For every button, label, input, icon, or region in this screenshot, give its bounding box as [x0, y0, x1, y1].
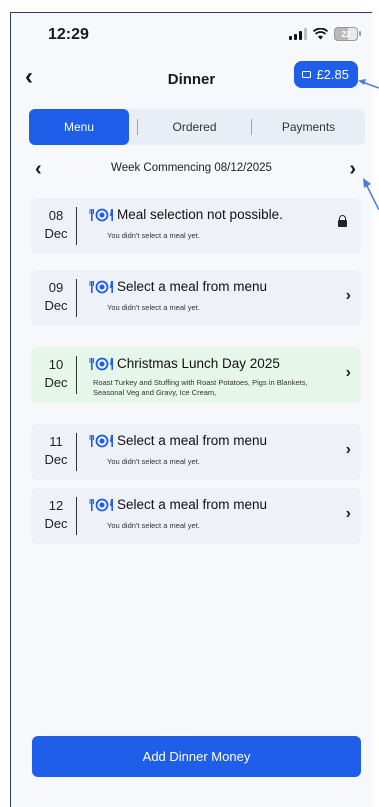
day-subtitle: You didn't select a meal yet. — [107, 231, 200, 240]
wallet-icon — [302, 71, 312, 78]
meal-icon — [89, 357, 113, 371]
meal-icon — [89, 280, 113, 294]
day-date: 12 Dec — [41, 497, 71, 533]
day-date: 09 Dec — [41, 279, 71, 315]
day-card-12[interactable]: 12 Dec Select a meal from menu You didn'… — [31, 488, 361, 544]
day-number: 09 — [48, 280, 64, 295]
day-number: 10 — [48, 357, 64, 372]
day-title: Christmas Lunch Day 2025 — [117, 356, 280, 371]
day-title: Meal selection not possible. — [117, 207, 283, 222]
day-month: Dec — [44, 298, 68, 313]
day-card-09[interactable]: 09 Dec Select a meal from menu You didn'… — [31, 270, 361, 326]
day-title: Select a meal from menu — [117, 433, 268, 448]
tab-menu[interactable]: Menu — [29, 109, 129, 145]
chevron-right-icon: › — [345, 505, 351, 522]
wifi-icon — [313, 28, 328, 40]
annotation-arrow-next-week — [363, 178, 379, 210]
status-time: 12:29 — [48, 26, 89, 43]
day-card-11[interactable]: 11 Dec Select a meal from menu You didn'… — [31, 424, 361, 480]
chevron-right-icon: › — [345, 441, 351, 458]
day-number: 12 — [48, 498, 64, 513]
tab-label: Ordered — [172, 120, 217, 134]
phone-screen: 12:29 22 ‹ Dinner £2.85 Menu Ordered Pay… — [10, 12, 372, 807]
status-icons: 22 — [289, 27, 361, 41]
tab-label: Menu — [63, 120, 95, 134]
tab-bar: Menu Ordered Payments — [29, 109, 365, 145]
lock-icon — [338, 215, 347, 227]
chevron-right-icon: › — [345, 287, 351, 304]
day-date: 10 Dec — [41, 356, 71, 392]
divider — [76, 497, 77, 535]
day-number: 11 — [49, 434, 63, 449]
day-title: Select a meal from menu — [117, 497, 268, 512]
week-label: Week Commencing 08/12/2025 — [111, 162, 272, 174]
day-subtitle: You didn't select a meal yet. — [107, 457, 200, 466]
day-month: Dec — [44, 452, 68, 467]
day-card-10[interactable]: 10 Dec Christmas Lunch Day 2025 Roast Tu… — [31, 347, 361, 403]
day-title: Select a meal from menu — [117, 279, 268, 294]
meal-icon — [89, 498, 113, 512]
day-date: 08 Dec — [41, 207, 71, 243]
status-bar: 12:29 22 — [11, 13, 372, 53]
divider — [76, 433, 77, 471]
battery-level: 22 — [341, 29, 351, 39]
balance-amount: £2.85 — [316, 67, 349, 82]
meal-icon — [89, 208, 113, 222]
day-month: Dec — [44, 375, 68, 390]
battery-icon: 22 — [334, 27, 361, 41]
tab-label: Payments — [281, 120, 336, 134]
tab-ordered[interactable]: Ordered — [138, 109, 251, 145]
day-month: Dec — [44, 226, 68, 241]
chevron-right-icon: › — [345, 364, 351, 381]
day-subtitle: You didn't select a meal yet. — [107, 521, 200, 530]
day-subtitle: You didn't select a meal yet. — [107, 303, 200, 312]
divider — [76, 279, 77, 317]
balance-button[interactable]: £2.85 — [294, 61, 358, 88]
divider — [76, 207, 77, 245]
chevron-right-icon[interactable]: › — [349, 158, 356, 181]
day-number: 08 — [48, 208, 64, 223]
day-month: Dec — [44, 516, 68, 531]
day-date: 11 Dec — [41, 433, 71, 469]
meal-icon — [89, 434, 113, 448]
signal-icon — [289, 28, 307, 40]
nav-bar: ‹ Dinner £2.85 — [11, 61, 372, 97]
week-selector: ‹ Week Commencing 08/12/2025 › — [11, 158, 372, 182]
add-dinner-money-button[interactable]: Add Dinner Money — [32, 736, 361, 777]
divider — [76, 356, 77, 394]
tab-payments[interactable]: Payments — [252, 109, 365, 145]
annotation-arrow-balance — [358, 79, 379, 89]
day-card-08[interactable]: 08 Dec Meal selection not possible. You … — [31, 198, 361, 254]
day-subtitle: Roast Turkey and Stuffing with Roast Pot… — [93, 378, 308, 397]
